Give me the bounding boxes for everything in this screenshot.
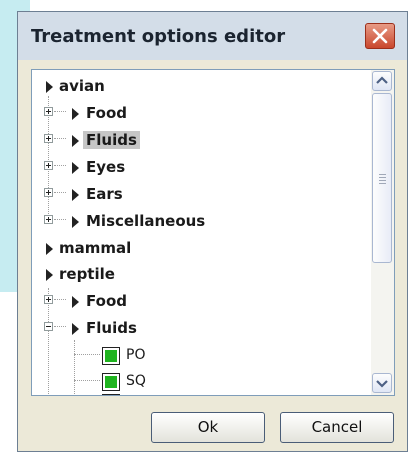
tree-node-label: Fluids — [86, 319, 137, 337]
minus-box-icon[interactable] — [44, 322, 53, 331]
partial-checkbox[interactable] — [102, 394, 120, 395]
plus-box-icon[interactable] — [44, 215, 53, 224]
tree-node-reptile-fluids[interactable]: Fluids — [32, 317, 362, 341]
treatment-tree[interactable]: avian Food Fluids Eyes Ears Miscellaneou… — [31, 69, 395, 396]
tree-node-avian-ears[interactable]: Ears — [32, 183, 362, 207]
triangle-right-icon — [46, 243, 53, 255]
tree-node-label: reptile — [59, 265, 115, 283]
vertical-scrollbar[interactable] — [371, 70, 394, 395]
plus-box-icon[interactable] — [44, 107, 53, 116]
tree-connector — [54, 165, 66, 166]
plus-box-icon[interactable] — [44, 295, 53, 304]
tree-connector — [74, 354, 100, 355]
tree-node-label: mammal — [59, 239, 132, 257]
tree-node-mammal[interactable]: mammal — [32, 237, 362, 261]
triangle-right-icon — [72, 216, 79, 228]
tree-connector — [54, 111, 66, 112]
grip-line — [379, 183, 386, 184]
tree-connector — [54, 219, 66, 220]
sq-checkbox[interactable] — [102, 373, 120, 391]
tree-node-reptile[interactable]: reptile — [32, 263, 362, 287]
scroll-down-button[interactable] — [372, 373, 392, 393]
plus-box-icon[interactable] — [44, 188, 53, 197]
scrollbar-thumb[interactable] — [372, 93, 392, 263]
grip-line — [379, 180, 386, 181]
scroll-up-button[interactable] — [372, 71, 392, 91]
treatment-options-dialog: Treatment options editor avian Food Flui… — [17, 11, 408, 452]
grip-line — [379, 174, 386, 175]
tree-node-label: avian — [59, 77, 105, 95]
tree-node-avian-food[interactable]: Food — [32, 102, 362, 126]
title-bar: Treatment options editor — [18, 12, 407, 60]
close-icon — [372, 28, 388, 44]
tree-leaf-partial[interactable] — [32, 392, 362, 395]
tree-connector — [54, 192, 66, 193]
tree-node-label: Eyes — [86, 158, 126, 176]
triangle-right-icon — [46, 269, 53, 281]
tree-node-reptile-food[interactable]: Food — [32, 290, 362, 314]
tree-node-label: Ears — [86, 185, 123, 203]
scroll-down-arrow-icon — [376, 380, 388, 388]
tree-connector — [54, 138, 66, 139]
tree-leaf-label: PO — [126, 347, 146, 363]
ok-button[interactable]: Ok — [151, 412, 265, 443]
tree-node-label: Food — [86, 104, 127, 122]
tree-node-avian-eyes[interactable]: Eyes — [32, 156, 362, 180]
tree-node-avian-miscellaneous[interactable]: Miscellaneous — [32, 210, 362, 234]
triangle-right-icon — [72, 296, 79, 308]
triangle-right-icon — [72, 135, 79, 147]
triangle-right-icon — [72, 162, 79, 174]
tree-connector — [74, 380, 100, 381]
po-checkbox[interactable] — [102, 347, 120, 365]
triangle-right-icon — [72, 108, 79, 120]
tree-node-avian-fluids[interactable]: Fluids — [32, 129, 362, 153]
tree-leaf-po[interactable]: PO — [32, 345, 362, 369]
window-title: Treatment options editor — [31, 26, 286, 47]
tree-node-avian[interactable]: avian — [32, 75, 362, 99]
tree-leaf-label: SQ — [126, 373, 146, 389]
scroll-up-arrow-icon — [376, 76, 388, 84]
triangle-right-icon — [72, 323, 79, 335]
grip-line — [379, 177, 386, 178]
tree-connector — [54, 326, 66, 327]
tree-node-label-selected: Fluids — [83, 131, 140, 149]
tree-connector — [54, 299, 66, 300]
cancel-button[interactable]: Cancel — [280, 412, 394, 443]
plus-box-icon[interactable] — [44, 134, 53, 143]
plus-box-icon[interactable] — [44, 161, 53, 170]
close-button[interactable] — [365, 23, 395, 49]
triangle-right-icon — [72, 189, 79, 201]
triangle-right-icon — [46, 81, 53, 93]
tree-node-label: Miscellaneous — [86, 212, 206, 230]
tree-node-label: Food — [86, 292, 127, 310]
